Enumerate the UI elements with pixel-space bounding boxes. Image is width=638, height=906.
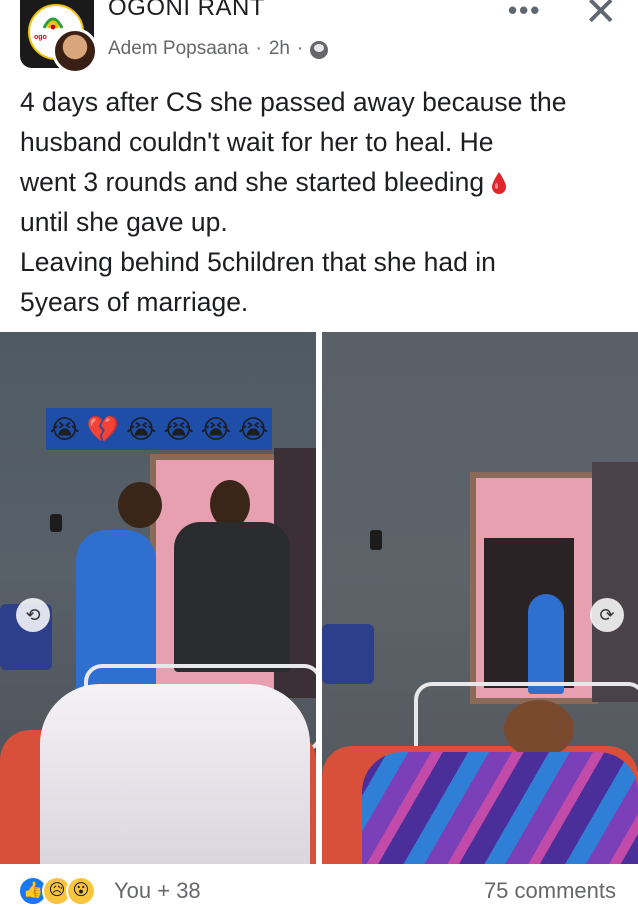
post-photo-2[interactable]: ⟳ [322,332,638,864]
more-options-icon[interactable]: ••• [508,0,541,23]
author-avatar[interactable] [52,28,98,74]
emoji: 💔 [86,414,120,444]
post-text-line: Leaving behind 5children that she had in [20,247,496,277]
photo-wall-switch [370,530,382,550]
wow-reaction-icon: 😮 [66,876,96,906]
photo-door-panel [592,462,638,702]
close-icon[interactable]: ✕ [584,0,618,32]
post-text-line: 4 days after CS she passed away because … [20,87,567,117]
post-header: ogo OGONI RANT Adem Popsaana · 2h · ••• … [0,0,638,80]
emoji: 😭 [200,414,232,444]
rotate-icon[interactable]: ⟲ [16,598,50,632]
photo-woman-head [504,700,574,758]
post-photo-1[interactable]: 😭 💔 😭 😭 😭 😭 ⟲ [0,332,316,864]
post-text-line: went 3 rounds and she started bleeding [20,162,620,202]
page-name[interactable]: OGONI RANT [108,0,265,22]
author-name[interactable]: Adem Popsaana [108,38,249,60]
post-time[interactable]: 2h [269,38,290,60]
rotate-icon[interactable]: ⟳ [590,598,624,632]
reaction-icons[interactable]: 👍 😥 😮 [18,876,96,906]
byline-separator: · [296,38,304,59]
photo-nurse [528,594,564,694]
photo-woman-wrapper [362,752,638,864]
post-text-line: until she gave up. [20,207,228,237]
globe-icon [310,41,329,59]
blood-drop-icon [492,172,507,194]
reaction-count[interactable]: You + 38 [114,878,201,904]
emoji: 😭 [163,414,194,444]
post-text-line: 5years of marriage. [20,287,249,317]
photo-man-head [210,480,250,528]
byline-separator: · [255,38,262,59]
post-byline: Adem Popsaana · 2h · [108,38,329,60]
emoji: 😭 [49,414,80,444]
photo-wall-switch [50,514,62,532]
post-text: 4 days after CS she passed away because … [20,82,620,322]
logo-mark: ogo [34,34,47,41]
photo-nurse-head [118,482,162,528]
post-footer: 👍 😥 😮 You + 38 75 comments [0,864,638,906]
photo-man [174,522,290,672]
photo-chair [322,624,374,684]
broadcast-logo-icon [42,17,64,30]
emoji: 😭 [126,414,157,444]
photo-covered-body [40,684,310,864]
emoji-overlay: 😭 💔 😭 😭 😭 😭 [46,408,272,450]
post-text-line: husband couldn't wait for her to heal. H… [20,127,494,157]
comment-count[interactable]: 75 comments [484,878,616,904]
emoji: 😭 [238,414,269,444]
